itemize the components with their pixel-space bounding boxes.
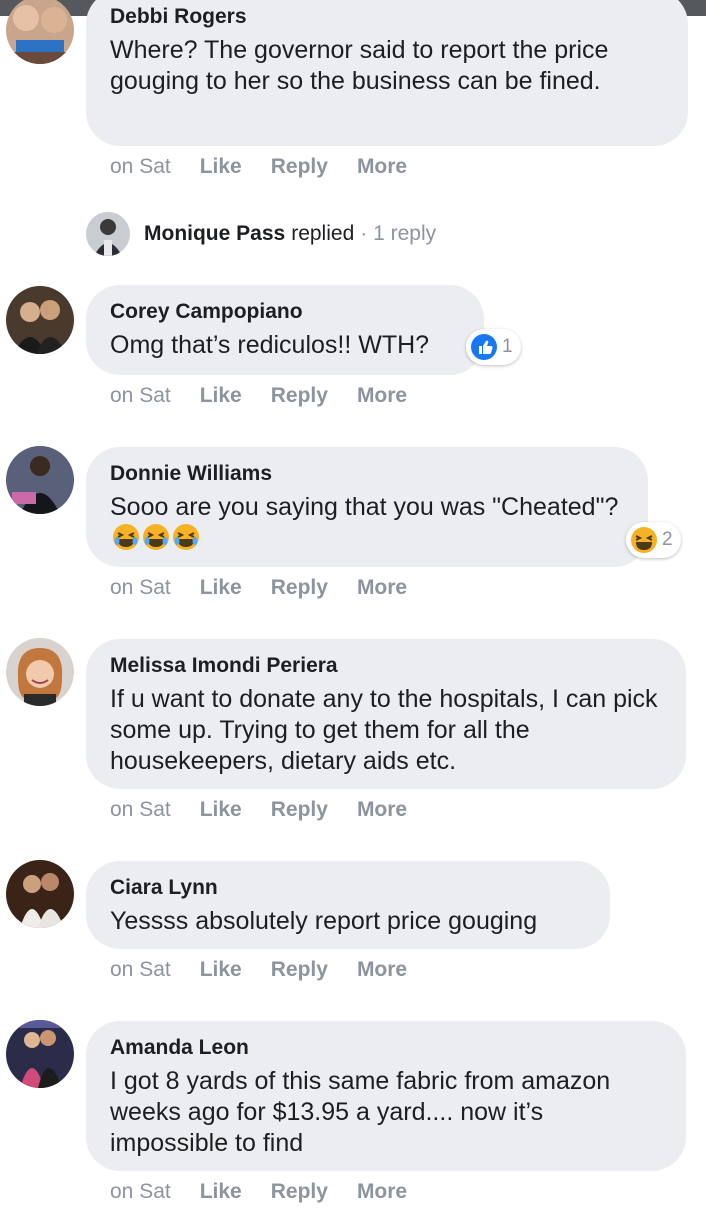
comment-bubble: Donnie Williams Sooo are you saying that…	[86, 447, 648, 567]
avatar-photo	[6, 638, 74, 706]
comment-time[interactable]: on Sat	[110, 1177, 171, 1207]
comment-bubble: Amanda Leon I got 8 yards of this same f…	[86, 1021, 686, 1171]
like-button[interactable]: Like	[200, 795, 242, 825]
comment-time[interactable]: on Sat	[110, 955, 171, 985]
comment-actions: on Sat Like Reply More	[110, 1177, 436, 1207]
laughing-emoji-icon	[173, 524, 199, 550]
avatar-photo	[6, 0, 74, 64]
comment-text: I got 8 yards of this same fabric from a…	[110, 1067, 611, 1157]
avatar-photo	[6, 446, 74, 514]
comment-text: Omg that’s rediculos!! WTH?	[110, 331, 430, 359]
avatar[interactable]	[6, 638, 74, 706]
reply-button[interactable]: Reply	[271, 573, 328, 603]
comment-author[interactable]: Ciara Lynn	[110, 875, 586, 901]
reply-button[interactable]: Reply	[271, 955, 328, 985]
reply-verb: replied	[291, 222, 355, 245]
comment-author[interactable]: Debbi Rogers	[110, 4, 664, 30]
thumbs-up-icon	[471, 334, 497, 360]
comment-author[interactable]: Amanda Leon	[110, 1035, 662, 1061]
avatar[interactable]	[6, 0, 74, 64]
comment-bubble: Debbi Rogers Where? The governor said to…	[86, 0, 688, 146]
more-button[interactable]: More	[357, 955, 407, 985]
avatar[interactable]	[6, 446, 74, 514]
like-button[interactable]: Like	[200, 573, 242, 603]
reaction-count[interactable]: 1	[466, 329, 521, 365]
laughing-emoji-icon	[143, 524, 169, 550]
comment-actions: on Sat Like Reply More	[110, 381, 436, 411]
comment-actions: on Sat Like Reply More	[110, 795, 436, 825]
reply-author[interactable]: Monique Pass	[144, 222, 285, 246]
reaction-count-value: 2	[662, 529, 673, 550]
avatar[interactable]	[6, 286, 74, 354]
comment-author[interactable]: Corey Campopiano	[110, 299, 460, 325]
like-button[interactable]: Like	[200, 1177, 242, 1207]
avatar[interactable]	[6, 1020, 74, 1088]
comment-text: Where? The governor said to report the p…	[110, 36, 609, 95]
avatar	[86, 212, 130, 256]
comment-text-body: Sooo are you saying that you was "Cheate…	[110, 493, 619, 521]
comment-author[interactable]: Donnie Williams	[110, 461, 624, 487]
laughing-emoji-icon	[631, 527, 657, 553]
comment-bubble: Melissa Imondi Periera If u want to dona…	[86, 639, 686, 789]
more-button[interactable]: More	[357, 795, 407, 825]
more-button[interactable]: More	[357, 1177, 407, 1207]
reaction-count-value: 1	[502, 336, 513, 357]
reply-button[interactable]: Reply	[271, 152, 328, 182]
comment-text: Sooo are you saying that you was "Cheate…	[110, 492, 624, 555]
comment-actions: on Sat Like Reply More	[110, 152, 436, 182]
comment-time[interactable]: on Sat	[110, 152, 171, 182]
avatar-photo	[6, 860, 74, 928]
more-button[interactable]: More	[357, 573, 407, 603]
comment-bubble: Ciara Lynn Yessss absolutely report pric…	[86, 861, 610, 949]
comment-time[interactable]: on Sat	[110, 795, 171, 825]
laughing-emoji-icon	[113, 524, 139, 550]
comment-text: If u want to donate any to the hospitals…	[110, 685, 658, 775]
reaction-count[interactable]: 2	[626, 522, 681, 558]
reply-button[interactable]: Reply	[271, 381, 328, 411]
avatar[interactable]	[6, 860, 74, 928]
like-button[interactable]: Like	[200, 955, 242, 985]
comment-text: Yessss absolutely report price gouging	[110, 907, 538, 935]
reply-count[interactable]: · 1 reply	[360, 222, 436, 246]
replies-summary[interactable]: Monique Pass replied · 1 reply	[86, 212, 436, 256]
comment-time[interactable]: on Sat	[110, 381, 171, 411]
like-button[interactable]: Like	[200, 152, 242, 182]
comment-author[interactable]: Melissa Imondi Periera	[110, 653, 662, 679]
like-button[interactable]: Like	[200, 381, 242, 411]
more-button[interactable]: More	[357, 381, 407, 411]
comment-time[interactable]: on Sat	[110, 573, 171, 603]
comment-actions: on Sat Like Reply More	[110, 573, 436, 603]
comment-actions: on Sat Like Reply More	[110, 955, 436, 985]
avatar-photo	[6, 286, 74, 354]
avatar-photo	[6, 1020, 74, 1088]
reply-button[interactable]: Reply	[271, 1177, 328, 1207]
more-button[interactable]: More	[357, 152, 407, 182]
comment-bubble: Corey Campopiano Omg that’s rediculos!! …	[86, 285, 484, 375]
reply-button[interactable]: Reply	[271, 795, 328, 825]
